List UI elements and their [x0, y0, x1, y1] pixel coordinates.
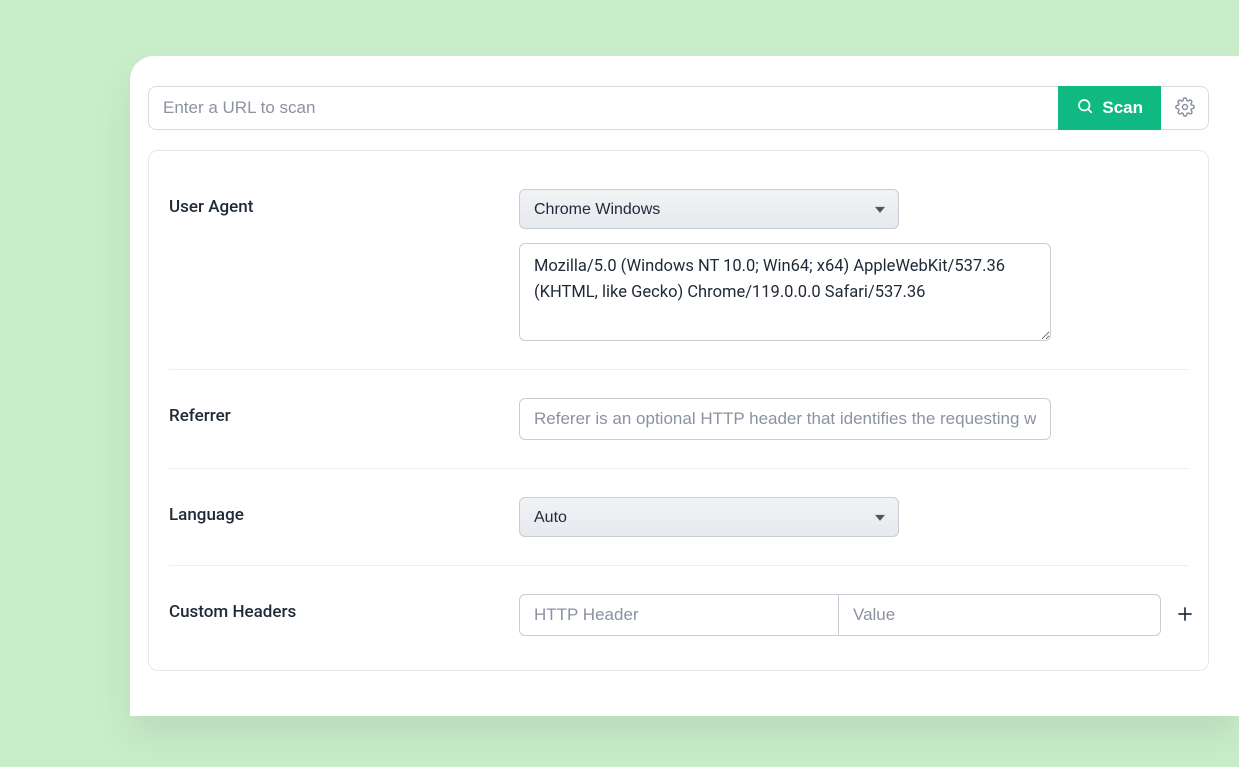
gear-icon: [1175, 97, 1195, 120]
settings-button[interactable]: [1161, 86, 1209, 130]
language-select[interactable]: Auto: [519, 497, 899, 537]
options-panel: User Agent Chrome Windows Referrer Langu…: [148, 150, 1209, 671]
search-icon: [1076, 97, 1094, 120]
language-label: Language: [169, 497, 519, 525]
language-row: Language Auto: [169, 469, 1188, 566]
plus-icon: [1175, 604, 1195, 627]
language-select-wrap: Auto: [519, 497, 899, 537]
custom-headers-label: Custom Headers: [169, 594, 519, 622]
user-agent-textarea[interactable]: [519, 243, 1051, 341]
referrer-row: Referrer: [169, 370, 1188, 469]
scan-card: Scan User Agent Chrome Windows Referrer: [130, 56, 1239, 716]
user-agent-select-wrap: Chrome Windows: [519, 189, 899, 229]
scan-button-label: Scan: [1102, 98, 1143, 118]
referrer-label: Referrer: [169, 398, 519, 426]
custom-headers-row: Custom Headers: [169, 566, 1188, 646]
header-key-input[interactable]: [519, 594, 839, 636]
referrer-input[interactable]: [519, 398, 1051, 440]
user-agent-select[interactable]: Chrome Windows: [519, 189, 899, 229]
header-input-group: [519, 594, 1195, 636]
header-value-input[interactable]: [839, 594, 1161, 636]
scan-button[interactable]: Scan: [1058, 86, 1161, 130]
user-agent-label: User Agent: [169, 189, 519, 217]
url-bar: Scan: [148, 86, 1209, 130]
add-header-button[interactable]: [1175, 604, 1195, 627]
url-input[interactable]: [148, 86, 1058, 130]
user-agent-row: User Agent Chrome Windows: [169, 161, 1188, 370]
